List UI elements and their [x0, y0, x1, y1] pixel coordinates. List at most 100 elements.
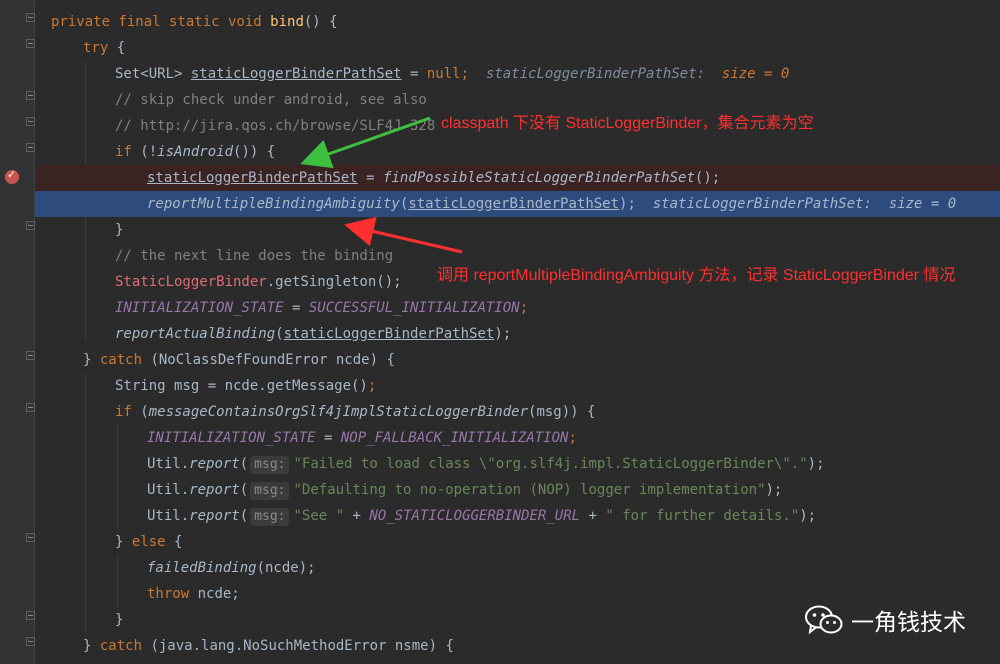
variable: staticLoggerBinderPathSet: [190, 66, 402, 82]
code-text: {: [108, 40, 126, 56]
method-call: failedBinding: [147, 560, 257, 576]
code-text: ;: [460, 66, 470, 82]
keyword: private final static void: [51, 14, 262, 30]
keyword: if: [115, 144, 132, 160]
code-text: );: [799, 508, 817, 524]
code-text: );: [765, 482, 783, 498]
code-text: (java.lang.NoSuchMethodError nsme) {: [142, 638, 454, 654]
method-call: isAndroid: [157, 144, 234, 160]
fold-marker[interactable]: [26, 611, 35, 620]
variable: staticLoggerBinderPathSet: [408, 196, 620, 212]
code-text: +: [580, 508, 606, 524]
code-text: (msg)) {: [528, 404, 596, 420]
breakpoint-line: staticLoggerBinderPathSet = findPossible…: [35, 165, 1000, 191]
code-line: Util.report(msg: "Defaulting to no-operat…: [35, 477, 1000, 503]
code-text: (ncde);: [256, 560, 316, 576]
code-text: ;: [568, 430, 577, 446]
code-line: failedBinding(ncde);: [35, 555, 1000, 581]
code-line: private final static void bind() {: [35, 9, 1000, 35]
method-name: bind: [270, 14, 304, 30]
fold-marker[interactable]: [26, 637, 35, 646]
code-line: } else {: [35, 529, 1000, 555]
string-literal: " for further details.": [605, 508, 800, 524]
code-text: (NoClassDefFoundError ncde) {: [142, 352, 395, 368]
inline-debug-name: staticLoggerBinderPathSet:: [485, 66, 706, 82]
code-line: reportActualBinding(staticLoggerBinderPa…: [35, 321, 1000, 347]
fold-marker[interactable]: [26, 91, 35, 100]
class-name: StaticLoggerBinder: [115, 274, 267, 290]
breakpoint-icon[interactable]: [5, 168, 19, 184]
inline-debug-name: staticLoggerBinderPathSet:: [652, 196, 872, 212]
method-call: messageContainsOrgSlf4jImplStaticLoggerB…: [148, 404, 529, 420]
comment: // skip check under android, see also: [115, 92, 427, 108]
annotation-bottom: 调用 reportMultipleBindingAmbiguity 方法，记录 …: [434, 261, 959, 285]
annotation-top: classpath 下没有 StaticLoggerBinder，集合元素为空: [438, 109, 817, 133]
brand-watermark: 一角钱技术: [805, 603, 966, 637]
inline-debug-value: size = 0: [721, 66, 790, 82]
keyword: catch: [99, 352, 143, 368]
current-execution-line: reportMultipleBindingAmbiguity(staticLog…: [35, 191, 1000, 217]
code-line: Util.report(msg: "See " + NO_STATICLOGGER…: [35, 503, 1000, 529]
code-line: String msg = ncde.getMessage();: [35, 373, 1000, 399]
static-field: INITIALIZATION_STATE: [147, 430, 316, 446]
code-text: }: [115, 222, 124, 238]
code-text: =: [315, 430, 341, 446]
code-text: =: [401, 66, 427, 82]
parameter-hint: msg:: [250, 482, 290, 500]
code-text: ncde;: [189, 586, 240, 602]
method-call: reportActualBinding: [115, 326, 276, 342]
code-line: if (messageContainsOrgSlf4jImplStaticLog…: [35, 399, 1000, 425]
fold-marker[interactable]: [26, 13, 35, 22]
parameter-hint: msg:: [250, 508, 290, 526]
code-line: try {: [35, 35, 1000, 61]
parameter-hint: msg:: [250, 456, 290, 474]
variable: staticLoggerBinderPathSet: [283, 326, 495, 342]
code-text: +: [344, 508, 370, 524]
code-text: );: [494, 326, 512, 342]
fold-marker[interactable]: [26, 403, 35, 412]
keyword: catch: [99, 638, 143, 654]
variable: staticLoggerBinderPathSet: [147, 170, 358, 186]
fold-marker[interactable]: [26, 533, 35, 542]
method-call: findPossibleStaticLoggerBinderPathSet: [383, 170, 695, 186]
keyword: if: [115, 404, 132, 420]
keyword: throw: [147, 586, 190, 602]
keyword: try: [83, 40, 109, 56]
comment: // the next line does the binding: [115, 248, 394, 264]
code-text: );: [619, 196, 636, 212]
method-call: report: [189, 482, 240, 498]
code-line: INITIALIZATION_STATE = SUCCESSFUL_INITIA…: [35, 295, 1000, 321]
code-text: );: [807, 456, 825, 472]
code-text: Util.: [147, 482, 190, 498]
fold-marker[interactable]: [26, 221, 35, 230]
code-text: (!: [131, 144, 158, 160]
keyword: null: [426, 66, 461, 82]
code-text: String msg = ncde.getMessage(): [115, 378, 368, 394]
keyword: else: [131, 534, 166, 550]
string-literal: "Defaulting to no-operation (NOP) logger…: [293, 482, 766, 498]
static-field: INITIALIZATION_STATE: [115, 300, 284, 316]
code-text: (: [239, 482, 249, 498]
code-text: (: [239, 508, 249, 524]
fold-marker[interactable]: [26, 351, 35, 360]
fold-marker[interactable]: [26, 143, 35, 152]
code-text: }: [83, 352, 100, 368]
code-text: ;: [519, 300, 529, 316]
inline-debug-value: size = 0: [888, 196, 957, 212]
string-literal: "See ": [293, 508, 345, 524]
brand-name: 一角钱技术: [851, 610, 966, 636]
string-literal: "Failed to load class \"org.slf4j.impl.S…: [293, 456, 808, 472]
code-line: Util.report(msg: "Failed to load class \"…: [35, 451, 1000, 477]
code-text: Util.: [147, 508, 190, 524]
method-call: report: [189, 508, 240, 524]
comment: // http://jira.qos.ch/browse/SLF4J-328: [115, 118, 436, 134]
code-text: Util.: [147, 456, 190, 472]
code-text: ()) {: [233, 144, 276, 160]
code-text: =: [283, 300, 309, 316]
code-text: ();: [694, 170, 721, 186]
code-line: }: [35, 217, 1000, 243]
fold-marker[interactable]: [26, 117, 35, 126]
fold-marker[interactable]: [26, 39, 35, 48]
code-text: {: [165, 534, 183, 550]
method-call: reportMultipleBindingAmbiguity: [147, 196, 400, 212]
